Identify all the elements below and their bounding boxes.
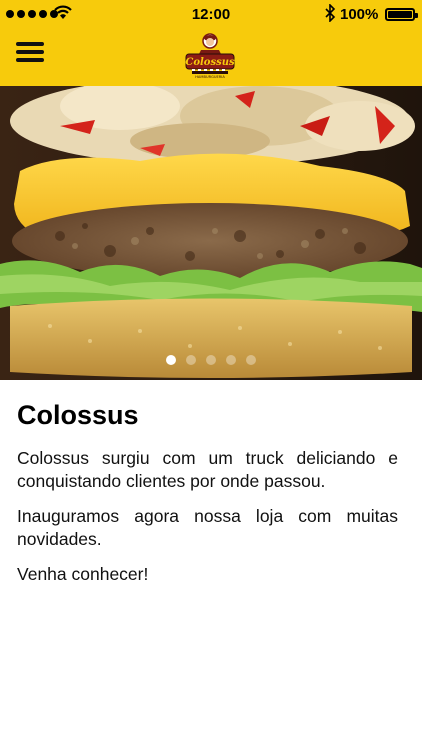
app-header: 12:00 100% Colossus HAMBURGUERIA (0, 0, 422, 86)
article-title: Colossus (17, 400, 139, 430)
carousel-dot-1[interactable] (166, 355, 176, 365)
bluetooth-icon (325, 4, 336, 22)
menu-line (16, 50, 44, 54)
colossus-logo[interactable]: Colossus HAMBURGUERIA (182, 30, 238, 80)
article-paragraph: Colossus surgiu com um truck deliciando … (17, 448, 398, 491)
logo-text: Colossus (185, 57, 235, 68)
carousel-pagination (0, 355, 422, 365)
carousel-slide-image[interactable] (0, 86, 422, 380)
status-bar: 12:00 100% (0, 0, 422, 28)
article-paragraph: Venha conhecer! (17, 564, 149, 584)
logo-subtext: HAMBURGUERIA (195, 75, 225, 79)
battery-percentage: 100% (340, 6, 379, 23)
carousel-dot-5[interactable] (246, 355, 256, 365)
carousel-dot-2[interactable] (186, 355, 196, 365)
carousel-dot-4[interactable] (226, 355, 236, 365)
hamburger-menu-button[interactable] (16, 42, 46, 66)
menu-line (16, 58, 44, 62)
menu-line (16, 42, 44, 46)
carousel-dot-3[interactable] (206, 355, 216, 365)
article-paragraph: Inauguramos agora nossa loja com muitas … (17, 506, 398, 549)
article-content: Colossus Colossus surgiu com um truck de… (17, 400, 398, 598)
battery-icon (385, 8, 418, 21)
